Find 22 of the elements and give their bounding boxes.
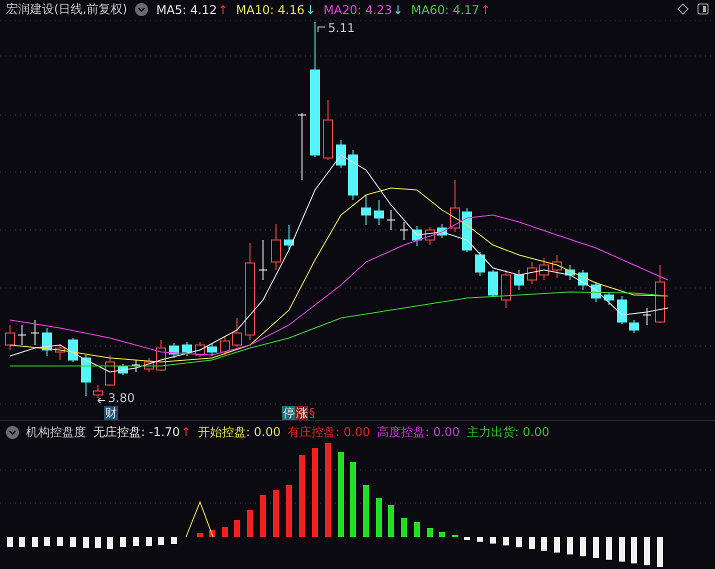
event-marker[interactable]: 停 [282, 406, 296, 420]
low-price-label: 3.80 [108, 390, 135, 405]
moving-average-value: MA60: 4.17↑ [411, 2, 490, 17]
indicator-value: 开始控盘: 0.00 [198, 424, 281, 441]
moving-average-value: MA10: 4.16↓ [236, 2, 316, 17]
trend-arrow: ↓ [305, 2, 316, 17]
trend-arrow: ↑ [480, 2, 490, 17]
event-marker[interactable]: 财 [104, 406, 118, 420]
indicator-title: 机构控盘度 [26, 424, 86, 441]
event-marker[interactable]: § [308, 406, 316, 420]
indicator-value: 高度控盘: 0.00 [377, 424, 460, 441]
stock-title: 宏润建设(日线,前复权) [6, 1, 128, 18]
moving-average-value: MA5: 4.12↑ [156, 2, 228, 17]
indicator-value: 主力出货: 0.00 [466, 424, 550, 441]
indicator-value: 有庄控盘: 0.00 [288, 424, 370, 441]
trend-arrow: ↓ [392, 2, 404, 17]
trend-arrow: ↑ [180, 425, 191, 440]
high-price-label: 5.11 [328, 20, 355, 35]
event-marker[interactable]: 涨 [295, 406, 309, 420]
trend-arrow: ↑ [218, 2, 228, 17]
moving-average-value: MA20: 4.23↓ [324, 2, 404, 17]
indicator-value: 无庄控盘: -1.70↑ [93, 424, 191, 441]
